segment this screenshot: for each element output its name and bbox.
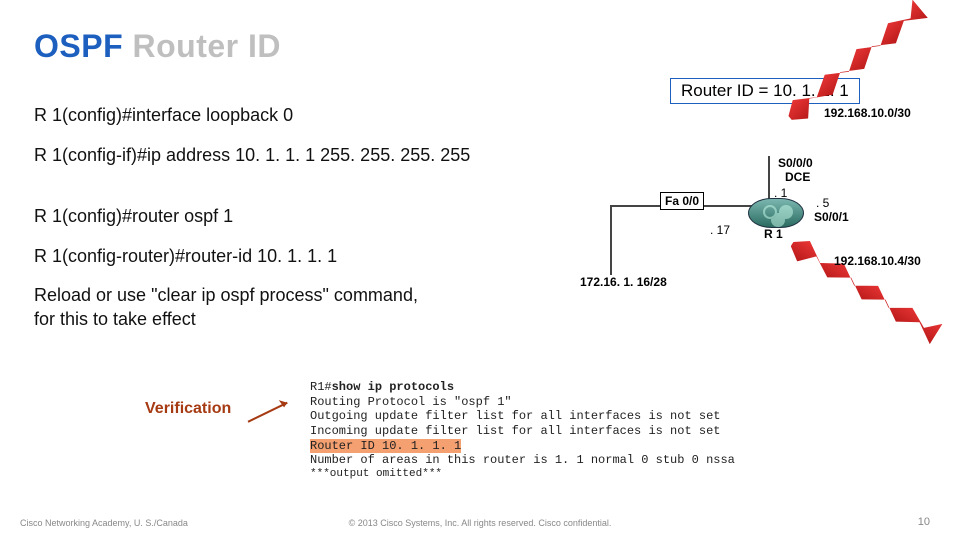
label-net2: 172.16. 1. 16/28 <box>580 275 667 289</box>
term-line-2: Routing Protocol is "ospf 1" <box>310 395 860 410</box>
label-net3: 192.168.10.4/30 <box>834 254 921 268</box>
terminal-output: R1#show ip protocols Routing Protocol is… <box>310 380 860 481</box>
cmd-note-b: for this to take effect <box>34 309 554 331</box>
term-router-id-highlight: Router ID 10. 1. 1. 1 <box>310 439 461 453</box>
arrow-icon <box>243 392 308 435</box>
label-r1: R 1 <box>764 227 783 241</box>
serial-link-bottom-icon <box>786 234 943 344</box>
term-prompt: R1# <box>310 380 332 394</box>
title-word-1: OSPF <box>34 28 123 64</box>
label-s001: S0/0/1 <box>814 210 849 224</box>
label-dot5: . 5 <box>816 196 829 210</box>
diagram-line <box>610 205 612 275</box>
cmd-interface-loopback: R 1(config)#interface loopback 0 <box>34 105 554 127</box>
term-line-7: ***output omitted*** <box>310 468 860 481</box>
cmd-router-id: R 1(config-router)#router-id 10. 1. 1. 1 <box>34 246 554 268</box>
term-line-3: Outgoing update filter list for all inte… <box>310 409 860 424</box>
label-s000: S0/0/0 <box>778 156 813 170</box>
term-line-1: R1#show ip protocols <box>310 380 860 395</box>
label-dce: DCE <box>785 170 810 184</box>
cmd-ip-address: R 1(config-if)#ip address 10. 1. 1. 1 25… <box>34 145 554 167</box>
router-icon <box>748 198 804 228</box>
cmd-note-a: Reload or use "clear ip ospf process" co… <box>34 285 554 307</box>
term-cmd: show ip protocols <box>332 380 454 394</box>
network-diagram: 192.168.10.0/30 S0/0/0 DCE . 1 Fa 0/0 . … <box>570 100 950 300</box>
footer-center: © 2013 Cisco Systems, Inc. All rights re… <box>0 518 960 528</box>
title-word-2: Router <box>133 28 239 64</box>
term-line-5: Router ID 10. 1. 1. 1 <box>310 439 860 454</box>
slide-title: OSPF Router ID <box>34 28 281 65</box>
verification-label: Verification <box>145 400 231 418</box>
cmd-router-ospf: R 1(config)#router ospf 1 <box>34 206 554 228</box>
term-line-4: Incoming update filter list for all inte… <box>310 424 860 439</box>
title-word-3: ID <box>248 28 281 64</box>
label-dot17: . 17 <box>710 223 730 237</box>
term-line-6: Number of areas in this router is 1. 1 n… <box>310 453 860 468</box>
command-list: R 1(config)#interface loopback 0 R 1(con… <box>34 105 554 349</box>
label-fa0: Fa 0/0 <box>660 192 704 210</box>
label-net1: 192.168.10.0/30 <box>824 106 911 120</box>
footer-page-number: 10 <box>918 516 930 528</box>
